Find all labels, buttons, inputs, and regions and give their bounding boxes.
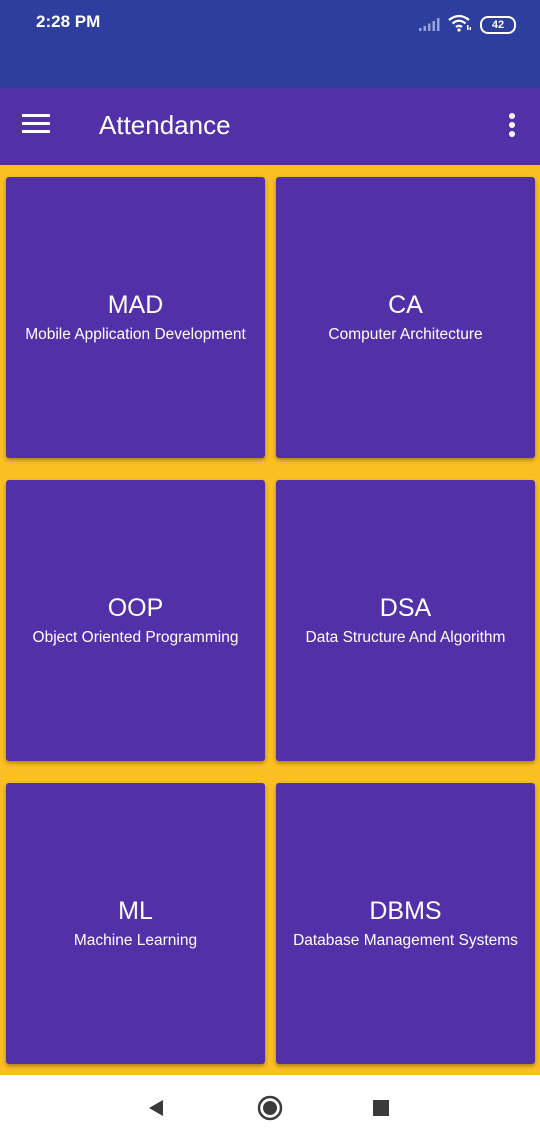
- course-code: DSA: [379, 594, 432, 622]
- wifi-icon: [448, 14, 472, 36]
- course-code: OOP: [107, 594, 164, 622]
- system-nav-bar: [0, 1075, 540, 1140]
- home-icon[interactable]: [255, 1093, 285, 1123]
- course-code: ML: [118, 897, 153, 925]
- signal-icon: [418, 16, 440, 35]
- more-vert-icon[interactable]: [502, 110, 522, 142]
- battery-icon: 42: [480, 16, 516, 34]
- recents-icon[interactable]: [366, 1093, 396, 1123]
- course-card-dsa[interactable]: DSA Data Structure And Algorithm: [276, 480, 535, 761]
- status-bar: 2:28 PM 42: [0, 0, 540, 88]
- status-time: 2:28 PM: [36, 12, 101, 31]
- course-name: Database Management Systems: [293, 932, 518, 949]
- page-title: Attendance: [99, 110, 231, 140]
- status-icons: 42: [418, 14, 516, 36]
- course-name: Computer Architecture: [328, 326, 483, 343]
- course-card-dbms[interactable]: DBMS Database Management Systems: [276, 783, 535, 1064]
- back-icon[interactable]: [141, 1093, 171, 1123]
- course-code: MAD: [107, 291, 164, 319]
- course-code: DBMS: [369, 897, 442, 925]
- course-card-ca[interactable]: CA Computer Architecture: [276, 177, 535, 458]
- course-name: Object Oriented Programming: [32, 629, 239, 646]
- course-name: Machine Learning: [73, 932, 198, 949]
- course-card-mad[interactable]: MAD Mobile Application Development: [6, 177, 265, 458]
- course-card-oop[interactable]: OOP Object Oriented Programming: [6, 480, 265, 761]
- app-bar: Attendance: [0, 88, 540, 165]
- course-card-ml[interactable]: ML Machine Learning: [6, 783, 265, 1064]
- course-name: Data Structure And Algorithm: [305, 629, 506, 646]
- course-grid: MAD Mobile Application Development CA Co…: [0, 165, 540, 1075]
- course-name: Mobile Application Development: [25, 326, 246, 343]
- hamburger-menu-icon[interactable]: [22, 112, 54, 140]
- screen: 2:28 PM 42 Attendance MAD Mobile Applica…: [0, 0, 540, 1140]
- course-code: CA: [388, 291, 423, 319]
